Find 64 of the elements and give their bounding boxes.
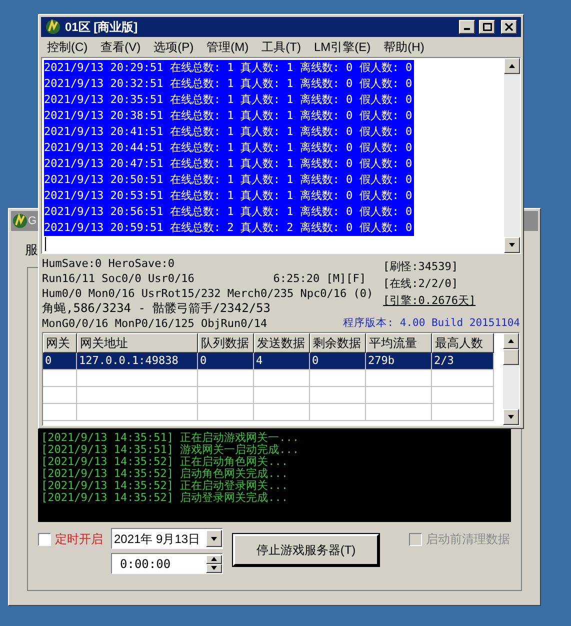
menu-item[interactable]: 控制(C)	[47, 38, 88, 56]
status-text: 角蝇,586/3234 - 骷髅弓箭手/2342/53	[42, 301, 270, 316]
column-header[interactable]: 剩余数据	[310, 333, 366, 353]
scrollbar[interactable]	[504, 58, 520, 253]
scroll-down-icon	[507, 413, 515, 421]
scroll-up-icon	[508, 62, 516, 70]
checkbox[interactable]	[38, 532, 51, 546]
status-text: Run16/11 Soc0/0 Usr0/16	[42, 271, 194, 286]
menu-item[interactable]: LM引擎(E)	[314, 38, 371, 56]
table-cell: 4	[254, 353, 310, 369]
log-line: [2021/9/13 14:35:51] 游戏网关一启动完成...	[41, 444, 300, 456]
stop-server-button[interactable]: 停止游戏服务器(T)	[233, 534, 379, 566]
menu-item[interactable]: 工具(T)	[262, 38, 301, 56]
scrollbar[interactable]	[503, 333, 519, 425]
log-line: [2021/9/13 14:35:51] 正在启动游戏网关一...	[41, 432, 300, 444]
window-title: G	[28, 216, 37, 226]
close-icon	[505, 23, 513, 31]
status-text: [在线:2/2/0]	[382, 276, 458, 292]
status-text: [引擎:0.2676天]	[382, 293, 476, 309]
close-button[interactable]	[501, 20, 517, 34]
scroll-thumb[interactable]	[503, 349, 519, 365]
table-cell: 0	[43, 353, 77, 369]
table-cell: 279b	[366, 353, 432, 369]
table-cell: 127.0.0.1:49838	[77, 353, 198, 369]
status-text: Hum0/0 Mon0/16 UsrRot15/232 Merch0/235 Npc0/16 (0)	[42, 286, 374, 301]
column-header[interactable]: 网关	[43, 333, 77, 353]
table-cell: 0	[310, 353, 366, 369]
menu-item[interactable]: 帮助(H)	[384, 38, 424, 56]
menu-item[interactable]: 查看(V)	[100, 38, 141, 56]
status-text: HumSave:0 HeroSave:0	[42, 256, 174, 271]
log-line: [2021/9/13 14:35:52] 正在启动登录网关...	[41, 480, 289, 492]
status-text: 6:25:20 [M][F]	[273, 271, 366, 286]
app-logo-icon	[45, 19, 61, 35]
checkbox-label: 启动前清理数据	[426, 531, 510, 548]
status-text: MonG0/0/16 MonP0/16/125 ObjRun0/14	[42, 316, 268, 331]
table-cell: 2/3	[432, 353, 494, 369]
maximize-button[interactable]	[479, 20, 495, 34]
table-row[interactable]: 0 127.0.0.1:49838 0 4 0 279b 2/3	[43, 353, 494, 370]
scroll-up-icon	[507, 337, 515, 345]
status-text: [刷怪:34539]	[382, 259, 458, 275]
window-title: 01区 [商业版]	[65, 19, 139, 36]
menu-item[interactable]: 选项(P)	[154, 38, 194, 56]
app-logo-icon	[12, 213, 28, 229]
column-header[interactable]: 最高人数	[432, 333, 494, 353]
tab-label[interactable]: 服	[25, 240, 38, 260]
column-header[interactable]: 网关地址	[77, 333, 198, 353]
time-field[interactable]: 0:00:00	[111, 553, 223, 574]
menu-item[interactable]: 管理(M)	[206, 38, 249, 56]
maximize-icon	[482, 23, 492, 31]
date-picker[interactable]: 2021年 9月13日	[111, 528, 223, 549]
log-line: [2021/9/13 14:35:52] 启动角色网关完成...	[41, 468, 289, 480]
minimize-icon	[464, 28, 470, 30]
log-line: [2021/9/13 14:35:52] 启动登录网关完成...	[41, 492, 289, 504]
version-text: 程序版本: 4.00 Build 20151104	[343, 316, 520, 331]
minimize-button[interactable]	[459, 20, 475, 34]
table-cell: 0	[198, 353, 254, 369]
column-header[interactable]: 发送数据	[254, 333, 310, 353]
text-cursor	[45, 237, 46, 251]
checkbox-label: 定时开启	[55, 531, 103, 548]
dropdown-arrow-icon	[210, 534, 218, 542]
column-header[interactable]: 平均流量	[366, 333, 432, 353]
column-header[interactable]: 队列数据	[198, 333, 254, 353]
scroll-down-icon	[508, 241, 516, 249]
log-line: [2021/9/13 14:35:52] 正在启动角色网关...	[41, 456, 289, 468]
